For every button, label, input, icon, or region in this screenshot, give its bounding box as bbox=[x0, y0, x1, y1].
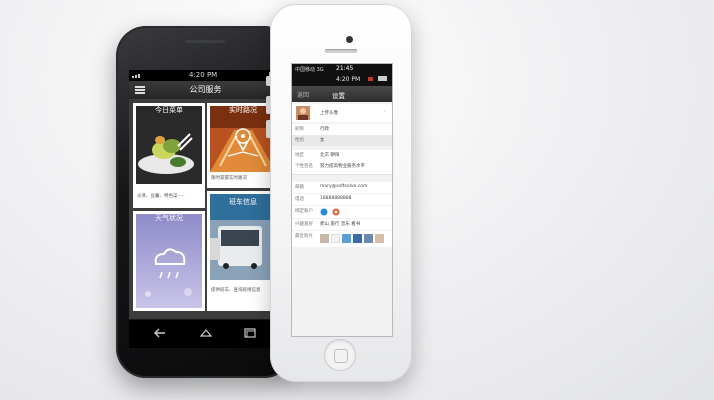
tile-shuttle-caption: 提供班车、查询班线信息 bbox=[211, 288, 261, 293]
page-title: 公司服务 bbox=[189, 85, 222, 94]
row-label: 性别 bbox=[295, 138, 304, 143]
speaker-grille bbox=[185, 40, 225, 43]
tile-weather[interactable]: 天气状况 bbox=[133, 211, 205, 311]
back-icon[interactable] bbox=[153, 328, 167, 338]
recent-apps-icon[interactable] bbox=[243, 328, 257, 338]
row-value: 努力提高物业服务水平 bbox=[320, 164, 365, 169]
row-value: mary@softsolve.com bbox=[320, 184, 368, 189]
weibo-icon bbox=[332, 208, 340, 216]
row-value: 北京 朝阳 bbox=[320, 153, 340, 158]
status-bar: 中国移动 3G 21:45 4:20 PM bbox=[292, 64, 392, 86]
tile-shuttle-title: 班车信息 bbox=[229, 198, 257, 206]
service-grid: 今日菜单 炎蒸、豆薯、特色菜····· 实时路况 随时掌握实时路况 天气状况 班… bbox=[129, 99, 282, 319]
android-screen: 4:20 PM 公司服务 今日菜单 炎蒸、豆薯、特色菜····· 实时路况 随时… bbox=[129, 70, 282, 348]
earpiece bbox=[325, 49, 357, 53]
status-time: 21:45 bbox=[336, 65, 354, 72]
row-phone[interactable]: 电话 18888888888 bbox=[292, 194, 392, 205]
volume-down-button bbox=[266, 120, 270, 138]
iphone-screen: 中国移动 3G 21:45 4:20 PM 返回 设置 上传头像 › 昵称 行政 bbox=[292, 64, 392, 336]
photo-thumbnail[interactable] bbox=[364, 234, 373, 243]
carrier-label: 中国移动 3G bbox=[295, 67, 324, 73]
row-label: 邮箱 bbox=[295, 185, 304, 190]
row-email[interactable]: 邮箱 mary@softsolve.com bbox=[292, 182, 392, 193]
menu-icon[interactable] bbox=[135, 86, 145, 94]
row-label: 电话 bbox=[295, 197, 304, 202]
mute-switch bbox=[266, 76, 270, 86]
weather-image bbox=[136, 214, 202, 308]
tile-traffic[interactable]: 实时路况 随时掌握实时路况 bbox=[207, 103, 279, 188]
row-bound-accounts[interactable]: 绑定账户 bbox=[292, 206, 392, 218]
tile-weather-title: 天气状况 bbox=[155, 214, 183, 222]
photo-thumbnail[interactable] bbox=[331, 234, 340, 243]
row-hobbies[interactable]: 兴趣爱好 爬山 旅行 音乐 看书 bbox=[292, 219, 392, 230]
row-value: 18888888888 bbox=[320, 196, 352, 201]
row-gender[interactable]: 性别 女 bbox=[292, 135, 392, 146]
home-button[interactable] bbox=[324, 339, 356, 371]
nav-title: 设置 bbox=[332, 92, 345, 100]
row-value: 行政 bbox=[320, 127, 329, 132]
battery-icon bbox=[378, 76, 387, 81]
food-image bbox=[136, 106, 202, 184]
photo-thumbnail[interactable] bbox=[342, 234, 351, 243]
row-label: 最近照片 bbox=[295, 234, 313, 239]
app-status-time: 4:20 PM bbox=[336, 76, 361, 83]
status-bar: 4:20 PM bbox=[129, 70, 282, 81]
qq-icon bbox=[320, 208, 328, 216]
avatar bbox=[296, 106, 310, 120]
navigation-bar bbox=[129, 320, 282, 348]
nav-bar: 返回 设置 bbox=[292, 86, 392, 102]
tile-shuttle[interactable]: 班车信息 提供班车、查询班线信息 bbox=[207, 191, 279, 311]
front-camera bbox=[346, 36, 353, 43]
row-label: 昵称 bbox=[295, 127, 304, 132]
row-region[interactable]: 地区 北京 朝阳 bbox=[292, 150, 392, 161]
road-image bbox=[210, 106, 276, 172]
row-label: 绑定账户 bbox=[295, 209, 313, 214]
settings-list: 上传头像 › 昵称 行政 性别 女 地区 北京 朝阳 个性签名 努力提高物业服务… bbox=[292, 102, 392, 336]
divider bbox=[292, 174, 392, 175]
row-nickname[interactable]: 昵称 行政 bbox=[292, 124, 392, 135]
tile-menu-caption: 炎蒸、豆薯、特色菜····· bbox=[137, 194, 185, 199]
tile-menu-title: 今日菜单 bbox=[155, 106, 183, 114]
volume-up-button bbox=[266, 96, 270, 114]
row-value: 爬山 旅行 音乐 看书 bbox=[320, 222, 361, 227]
row-label: 个性签名 bbox=[295, 164, 313, 169]
photo-thumbnail[interactable] bbox=[375, 234, 384, 243]
photo-thumbnail[interactable] bbox=[353, 234, 362, 243]
status-time: 4:20 PM bbox=[189, 71, 218, 79]
tile-menu[interactable]: 今日菜单 炎蒸、豆薯、特色菜····· bbox=[133, 103, 205, 208]
home-icon[interactable] bbox=[199, 328, 213, 338]
row-recent-photos[interactable]: 最近照片 bbox=[292, 231, 392, 247]
avatar-upload-label: 上传头像 bbox=[320, 111, 338, 116]
signal-icon bbox=[132, 74, 140, 78]
back-button[interactable]: 返回 bbox=[297, 90, 309, 99]
iphone: 中国移动 3G 21:45 4:20 PM 返回 设置 上传头像 › 昵称 行政 bbox=[266, 4, 412, 382]
row-signature[interactable]: 个性签名 努力提高物业服务水平 bbox=[292, 161, 392, 174]
alarm-icon bbox=[368, 77, 373, 81]
row-label: 地区 bbox=[295, 153, 304, 158]
photo-thumbnail[interactable] bbox=[320, 234, 329, 243]
row-label: 兴趣爱好 bbox=[295, 222, 313, 227]
chevron-right-icon: › bbox=[384, 109, 386, 114]
row-value: 女 bbox=[320, 138, 325, 143]
title-bar: 公司服务 bbox=[129, 81, 282, 99]
avatar-row[interactable]: 上传头像 › bbox=[292, 104, 392, 122]
tile-traffic-caption: 随时掌握实时路况 bbox=[211, 176, 247, 181]
